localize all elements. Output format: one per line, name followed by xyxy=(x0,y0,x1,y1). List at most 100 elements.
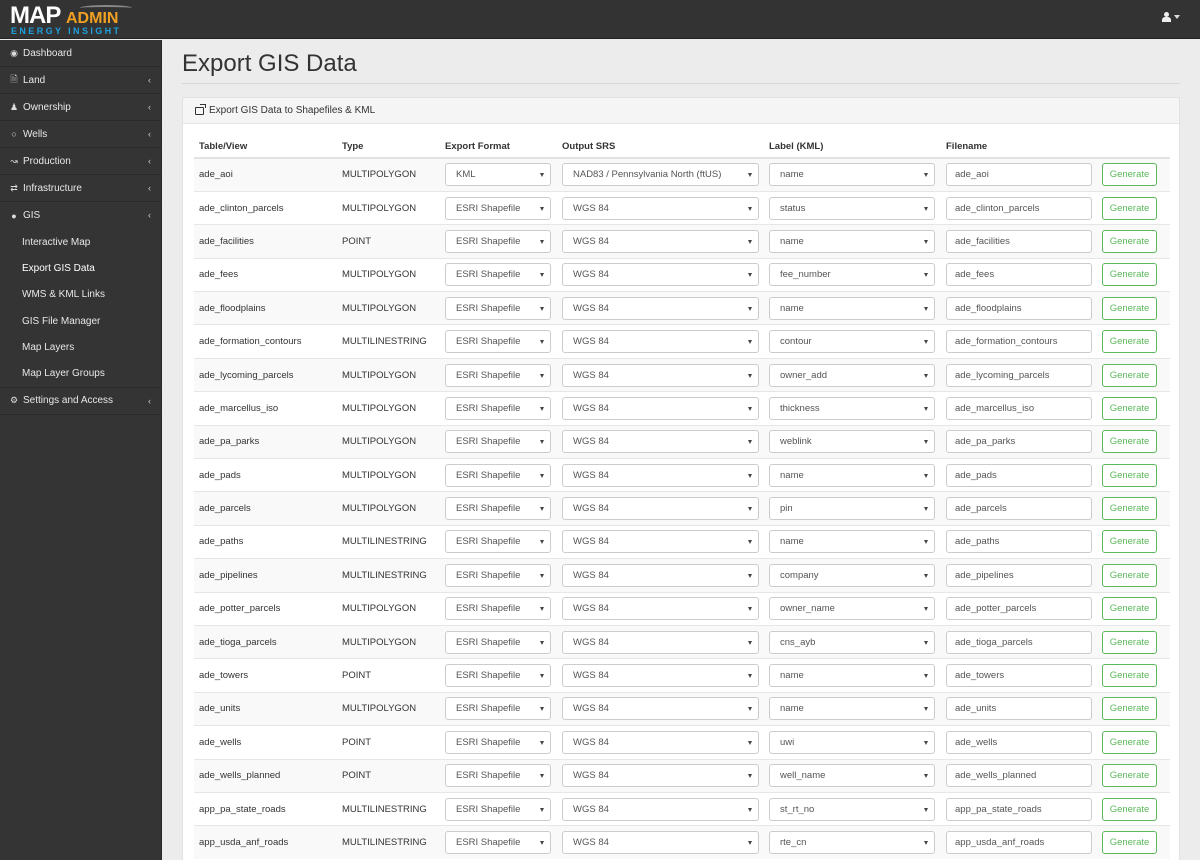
sidebar-item-infrastructure[interactable]: ⇄ Infrastructure ‹ xyxy=(0,175,161,202)
filename-input[interactable]: app_pa_state_roads xyxy=(946,797,1092,821)
generate-button[interactable]: Generate xyxy=(1102,764,1157,788)
sidebar-item-wells[interactable]: ○ Wells ‹ xyxy=(0,121,161,148)
generate-button[interactable]: Generate xyxy=(1102,463,1157,487)
label-kml-select[interactable]: company xyxy=(769,563,935,587)
output-srs-select[interactable]: WGS 84 xyxy=(562,497,759,521)
export-format-select[interactable]: ESRI Shapefile xyxy=(445,764,551,788)
export-format-select[interactable]: ESRI Shapefile xyxy=(445,530,551,554)
logo[interactable]: MAP ADMIN ENERGY INSIGHT xyxy=(10,4,132,36)
filename-input[interactable]: ade_pads xyxy=(946,463,1092,487)
output-srs-select[interactable]: WGS 84 xyxy=(562,630,759,654)
export-format-select[interactable]: ESRI Shapefile xyxy=(445,396,551,420)
output-srs-select[interactable]: WGS 84 xyxy=(562,396,759,420)
generate-button[interactable]: Generate xyxy=(1102,163,1157,187)
label-kml-select[interactable]: cns_ayb xyxy=(769,630,935,654)
output-srs-select[interactable]: WGS 84 xyxy=(562,430,759,454)
label-kml-select[interactable]: name xyxy=(769,530,935,554)
export-format-select[interactable]: ESRI Shapefile xyxy=(445,797,551,821)
generate-button[interactable]: Generate xyxy=(1102,430,1157,454)
generate-button[interactable]: Generate xyxy=(1102,296,1157,320)
generate-button[interactable]: Generate xyxy=(1102,497,1157,521)
sidebar-item-dashboard[interactable]: ◉ Dashboard xyxy=(0,40,161,67)
generate-button[interactable]: Generate xyxy=(1102,196,1157,220)
generate-button[interactable]: Generate xyxy=(1102,363,1157,387)
filename-input[interactable]: ade_aoi xyxy=(946,163,1092,187)
sidebar-subitem-wms-kml-links[interactable]: WMS & KML Links xyxy=(0,282,161,308)
sidebar-item-production[interactable]: ↝ Production ‹ xyxy=(0,148,161,175)
generate-button[interactable]: Generate xyxy=(1102,630,1157,654)
filename-input[interactable]: ade_potter_parcels xyxy=(946,597,1092,621)
filename-input[interactable]: ade_formation_contours xyxy=(946,330,1092,354)
sidebar-subitem-gis-file-manager[interactable]: GIS File Manager xyxy=(0,308,161,334)
export-format-select[interactable]: ESRI Shapefile xyxy=(445,563,551,587)
export-format-select[interactable]: ESRI Shapefile xyxy=(445,363,551,387)
filename-input[interactable]: ade_tioga_parcels xyxy=(946,630,1092,654)
export-format-select[interactable]: ESRI Shapefile xyxy=(445,263,551,287)
sidebar-item-settings-and-access[interactable]: ⚙ Settings and Access ‹ xyxy=(0,388,161,415)
sidebar-subitem-map-layer-groups[interactable]: Map Layer Groups xyxy=(0,360,161,386)
export-format-select[interactable]: KML xyxy=(445,163,551,187)
output-srs-select[interactable]: NAD83 / Pennsylvania North (ftUS) xyxy=(562,163,759,187)
label-kml-select[interactable]: name xyxy=(769,229,935,253)
export-format-select[interactable]: ESRI Shapefile xyxy=(445,229,551,253)
export-format-select[interactable]: ESRI Shapefile xyxy=(445,730,551,754)
label-kml-select[interactable]: pin xyxy=(769,497,935,521)
export-format-select[interactable]: ESRI Shapefile xyxy=(445,196,551,220)
filename-input[interactable]: ade_paths xyxy=(946,530,1092,554)
output-srs-select[interactable]: WGS 84 xyxy=(562,196,759,220)
filename-input[interactable]: ade_marcellus_iso xyxy=(946,396,1092,420)
output-srs-select[interactable]: WGS 84 xyxy=(562,263,759,287)
export-format-select[interactable]: ESRI Shapefile xyxy=(445,497,551,521)
label-kml-select[interactable]: well_name xyxy=(769,764,935,788)
export-format-select[interactable]: ESRI Shapefile xyxy=(445,330,551,354)
filename-input[interactable]: app_usda_anf_roads xyxy=(946,831,1092,855)
export-format-select[interactable]: ESRI Shapefile xyxy=(445,296,551,320)
export-format-select[interactable]: ESRI Shapefile xyxy=(445,597,551,621)
sidebar-item-land[interactable]: 🗎 Land ‹ xyxy=(0,67,161,94)
filename-input[interactable]: ade_pipelines xyxy=(946,563,1092,587)
output-srs-select[interactable]: WGS 84 xyxy=(562,563,759,587)
generate-button[interactable]: Generate xyxy=(1102,263,1157,287)
generate-button[interactable]: Generate xyxy=(1102,664,1157,688)
filename-input[interactable]: ade_towers xyxy=(946,664,1092,688)
generate-button[interactable]: Generate xyxy=(1102,229,1157,253)
filename-input[interactable]: ade_pa_parks xyxy=(946,430,1092,454)
label-kml-select[interactable]: weblink xyxy=(769,430,935,454)
output-srs-select[interactable]: WGS 84 xyxy=(562,730,759,754)
generate-button[interactable]: Generate xyxy=(1102,330,1157,354)
label-kml-select[interactable]: name xyxy=(769,697,935,721)
output-srs-select[interactable]: WGS 84 xyxy=(562,764,759,788)
output-srs-select[interactable]: WGS 84 xyxy=(562,330,759,354)
output-srs-select[interactable]: WGS 84 xyxy=(562,229,759,253)
generate-button[interactable]: Generate xyxy=(1102,396,1157,420)
output-srs-select[interactable]: WGS 84 xyxy=(562,664,759,688)
generate-button[interactable]: Generate xyxy=(1102,597,1157,621)
output-srs-select[interactable]: WGS 84 xyxy=(562,363,759,387)
filename-input[interactable]: ade_fees xyxy=(946,263,1092,287)
user-menu-dropdown[interactable] xyxy=(1162,12,1180,22)
label-kml-select[interactable]: contour xyxy=(769,330,935,354)
generate-button[interactable]: Generate xyxy=(1102,797,1157,821)
export-format-select[interactable]: ESRI Shapefile xyxy=(445,630,551,654)
label-kml-select[interactable]: name xyxy=(769,163,935,187)
export-format-select[interactable]: ESRI Shapefile xyxy=(445,463,551,487)
label-kml-select[interactable]: status xyxy=(769,196,935,220)
generate-button[interactable]: Generate xyxy=(1102,730,1157,754)
export-format-select[interactable]: ESRI Shapefile xyxy=(445,697,551,721)
label-kml-select[interactable]: thickness xyxy=(769,396,935,420)
sidebar-item-gis[interactable]: ● GIS ‹ xyxy=(0,202,161,229)
output-srs-select[interactable]: WGS 84 xyxy=(562,831,759,855)
export-format-select[interactable]: ESRI Shapefile xyxy=(445,831,551,855)
output-srs-select[interactable]: WGS 84 xyxy=(562,597,759,621)
label-kml-select[interactable]: rte_cn xyxy=(769,831,935,855)
filename-input[interactable]: ade_facilities xyxy=(946,229,1092,253)
sidebar-item-ownership[interactable]: ♟ Ownership ‹ xyxy=(0,94,161,121)
filename-input[interactable]: ade_units xyxy=(946,697,1092,721)
label-kml-select[interactable]: name xyxy=(769,296,935,320)
label-kml-select[interactable]: fee_number xyxy=(769,263,935,287)
filename-input[interactable]: ade_wells xyxy=(946,730,1092,754)
generate-button[interactable]: Generate xyxy=(1102,697,1157,721)
label-kml-select[interactable]: name xyxy=(769,664,935,688)
filename-input[interactable]: ade_clinton_parcels xyxy=(946,196,1092,220)
filename-input[interactable]: ade_floodplains xyxy=(946,296,1092,320)
